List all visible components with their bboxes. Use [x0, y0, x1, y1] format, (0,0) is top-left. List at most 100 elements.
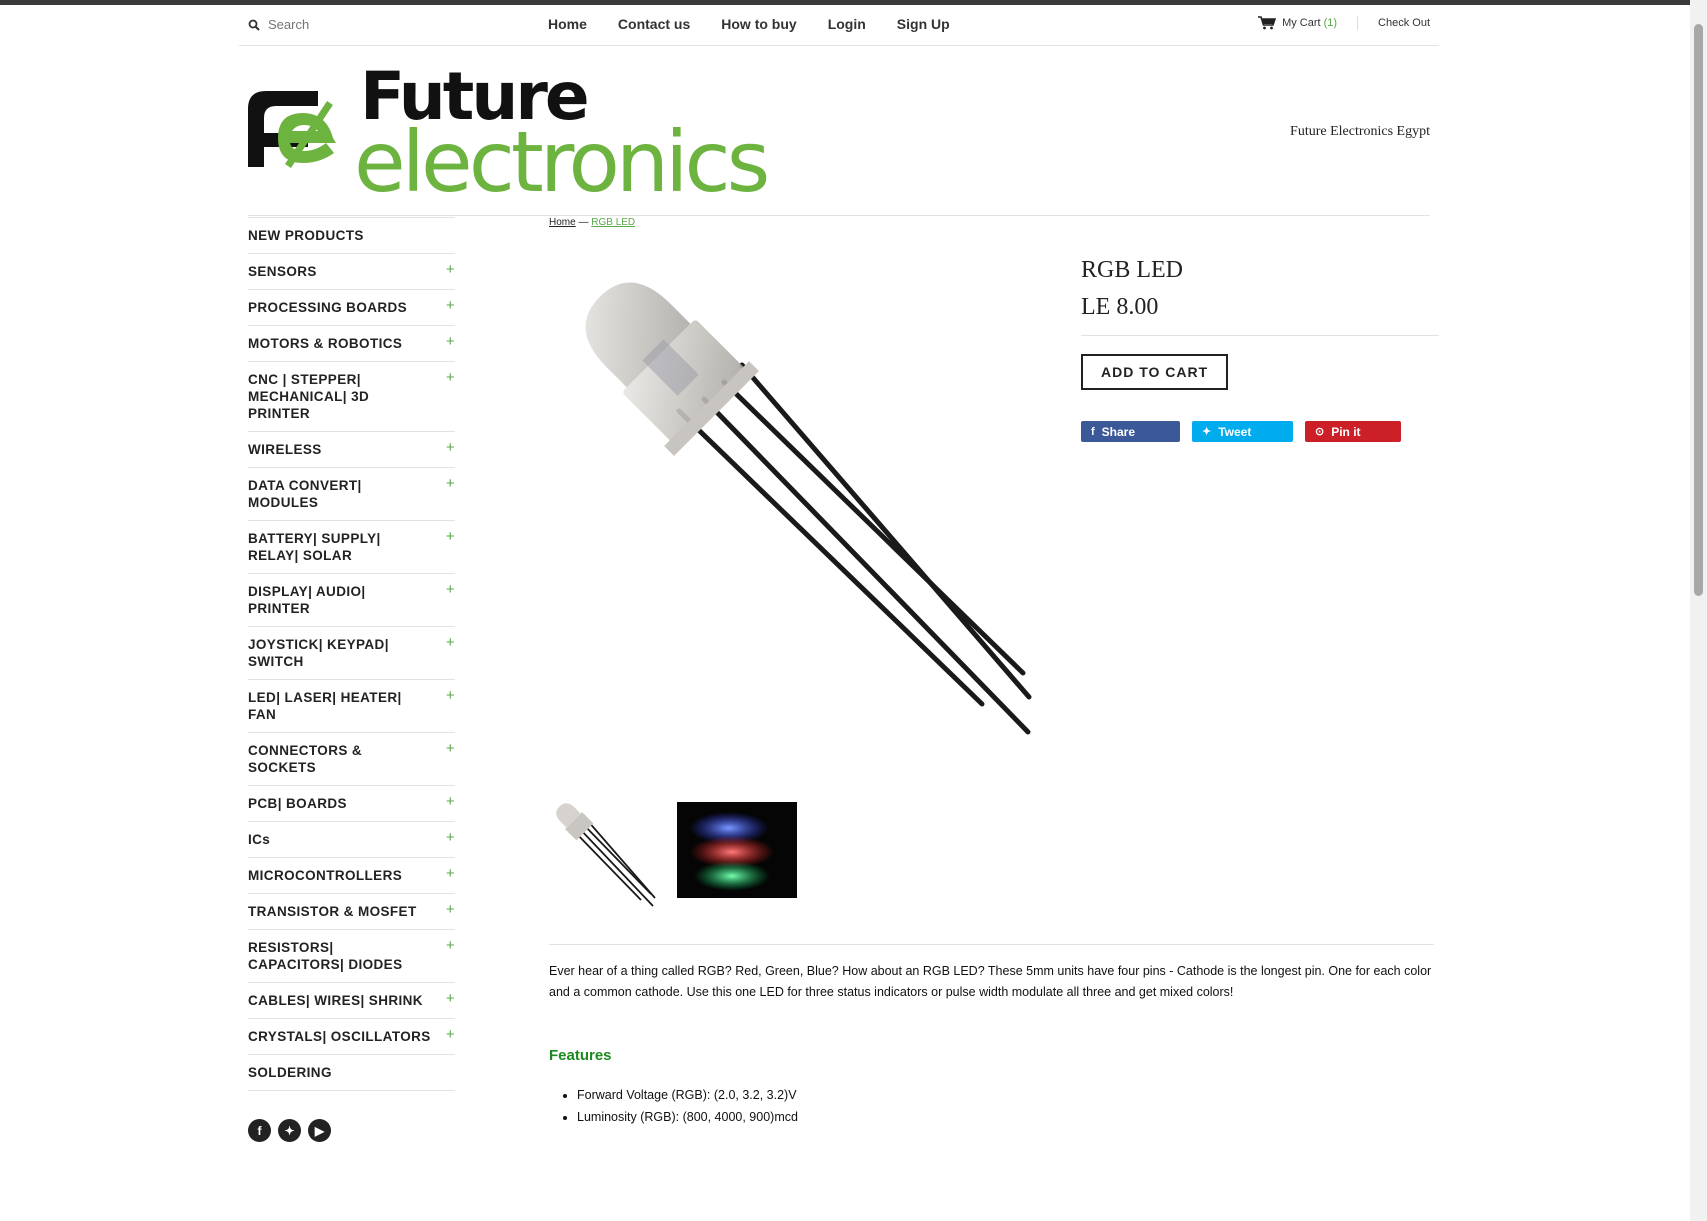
thumbnail-led[interactable]	[553, 800, 658, 908]
expand-plus-icon[interactable]: +	[446, 634, 455, 651]
sidebar-item-new-products[interactable]: NEW PRODUCTS	[248, 217, 455, 254]
nav-contact-us[interactable]: Contact us	[618, 16, 690, 32]
page-container: Home Contact us How to buy Login Sign Up…	[239, 5, 1439, 1142]
expand-plus-icon[interactable]: +	[446, 687, 455, 704]
cart-area: My Cart (1) Check Out	[1258, 16, 1430, 30]
sidebar-item-label: PCB| BOARDS	[248, 796, 347, 811]
expand-plus-icon[interactable]: +	[446, 333, 455, 350]
sidebar-item-label: CABLES| WIRES| SHRINK	[248, 993, 423, 1008]
expand-plus-icon[interactable]: +	[446, 793, 455, 810]
expand-plus-icon[interactable]: +	[446, 581, 455, 598]
social-links: f ✦ ▶	[248, 1119, 455, 1142]
cart-count: (1)	[1323, 17, 1338, 29]
sidebar-item-label: JOYSTICK| KEYPAD| SWITCH	[248, 637, 389, 669]
cart-divider	[1357, 16, 1359, 30]
sidebar-item-label: SENSORS	[248, 264, 317, 279]
expand-plus-icon[interactable]: +	[446, 369, 455, 386]
product-description: Ever hear of a thing called RGB? Red, Gr…	[549, 964, 1432, 999]
cart-icon[interactable]	[1258, 16, 1277, 30]
twitter-tweet-button[interactable]: ✦ Tweet	[1192, 421, 1293, 442]
sidebar-item-cables-wires-shrink[interactable]: CABLES| WIRES| SHRINK +	[248, 983, 455, 1019]
logo-row: Future electronics Future Electronics Eg…	[248, 46, 1430, 216]
sidebar-item-label: DISPLAY| AUDIO| PRINTER	[248, 584, 366, 616]
expand-plus-icon[interactable]: +	[446, 990, 455, 1007]
sidebar-item-label: RESISTORS| CAPACITORS| DIODES	[248, 940, 403, 972]
sidebar-item-label: DATA CONVERT| MODULES	[248, 478, 362, 510]
sidebar-item-processing-boards[interactable]: PROCESSING BOARDS +	[248, 290, 455, 326]
pin-label: Pin it	[1331, 424, 1361, 439]
sidebar-item-ics[interactable]: ICs +	[248, 822, 455, 858]
search-input[interactable]	[268, 17, 428, 32]
future-electronics-logo[interactable]: Future electronics	[248, 63, 808, 195]
checkout-link[interactable]: Check Out	[1378, 17, 1430, 29]
sidebar-item-label: WIRELESS	[248, 442, 322, 457]
facebook-icon: f	[1091, 425, 1095, 438]
my-cart-link[interactable]: My Cart (1)	[1282, 17, 1337, 29]
expand-plus-icon[interactable]: +	[446, 937, 455, 954]
sidebar-item-label: CNC | STEPPER| MECHANICAL| 3D PRINTER	[248, 372, 370, 421]
expand-plus-icon[interactable]: +	[446, 439, 455, 456]
pinterest-pin-button[interactable]: ⊙ Pin it	[1305, 421, 1401, 442]
expand-plus-icon[interactable]: +	[446, 901, 455, 918]
sidebar-item-crystals-oscillators[interactable]: CRYSTALS| OSCILLATORS +	[248, 1019, 455, 1055]
search-box[interactable]	[248, 17, 428, 32]
nav-home[interactable]: Home	[548, 16, 587, 32]
sidebar-item-cnc-stepper-mechanical-3d-printer[interactable]: CNC | STEPPER| MECHANICAL| 3D PRINTER +	[248, 362, 455, 432]
store-tagline: Future Electronics Egypt	[1290, 124, 1430, 139]
logo-electronics-text: electronics	[354, 113, 767, 195]
sidebar-item-label: NEW PRODUCTS	[248, 228, 364, 243]
features-heading: Features	[549, 1047, 612, 1064]
sidebar-item-wireless[interactable]: WIRELESS +	[248, 432, 455, 468]
expand-plus-icon[interactable]: +	[446, 1026, 455, 1043]
sidebar-item-pcb-boards[interactable]: PCB| BOARDS +	[248, 786, 455, 822]
share-buttons: f Share ✦ Tweet ⊙ Pin it	[1081, 421, 1439, 442]
description-divider	[549, 944, 1434, 945]
expand-plus-icon[interactable]: +	[446, 829, 455, 846]
scrollbar-thumb[interactable]	[1694, 24, 1703, 596]
scrollbar[interactable]	[1690, 0, 1707, 1221]
product-main-image[interactable]	[559, 277, 1039, 747]
product-title: RGB LED	[1081, 257, 1183, 283]
product-main: Home — RGB LED RGB LED LE 8.00 ADD TO CA…	[549, 217, 1439, 1124]
category-sidebar: NEW PRODUCTS SENSORS + PROCESSING BOARDS + MO…	[248, 217, 455, 1142]
sidebar-item-soldering[interactable]: SOLDERING	[248, 1055, 455, 1091]
facebook-share-button[interactable]: f Share	[1081, 421, 1180, 442]
nav-sign-up[interactable]: Sign Up	[897, 16, 950, 32]
breadcrumb-current[interactable]: RGB LED	[591, 217, 635, 228]
nav-how-to-buy[interactable]: How to buy	[721, 16, 796, 32]
sidebar-item-label: ICs	[248, 832, 271, 847]
sidebar-item-battery-supply-relay-solar[interactable]: BATTERY| SUPPLY| RELAY| SOLAR +	[248, 521, 455, 574]
sidebar-item-led-laser-heater-fan[interactable]: LED| LASER| HEATER| FAN +	[248, 680, 455, 733]
sidebar-item-motors-robotics[interactable]: MOTORS & ROBOTICS +	[248, 326, 455, 362]
sidebar-item-data-convert-modules[interactable]: DATA CONVERT| MODULES +	[248, 468, 455, 521]
twitter-icon: ✦	[1202, 426, 1212, 438]
add-to-cart-button[interactable]: ADD TO CART	[1081, 354, 1229, 390]
features-list: Forward Voltage (RGB): (2.0, 3.2, 3.2)V …	[563, 1084, 798, 1128]
expand-plus-icon[interactable]: +	[446, 740, 455, 757]
expand-plus-icon[interactable]: +	[446, 297, 455, 314]
expand-plus-icon[interactable]: +	[446, 528, 455, 545]
sidebar-item-transistor-mosfet[interactable]: TRANSISTOR & MOSFET +	[248, 894, 455, 930]
sidebar-item-sensors[interactable]: SENSORS +	[248, 254, 455, 290]
expand-plus-icon[interactable]: +	[446, 865, 455, 882]
product-info: RGB LED LE 8.00 ADD TO CART f Share ✦ Twee…	[1081, 257, 1439, 442]
youtube-icon[interactable]: ▶	[308, 1119, 331, 1142]
sidebar-item-connectors-sockets[interactable]: CONNECTORS & SOCKETS +	[248, 733, 455, 786]
thumbnail-rgb-glow[interactable]	[677, 802, 797, 898]
breadcrumb-separator: —	[575, 217, 592, 228]
breadcrumb-home[interactable]: Home	[549, 217, 576, 228]
expand-plus-icon[interactable]: +	[446, 261, 455, 278]
nav-login[interactable]: Login	[828, 16, 866, 32]
sidebar-item-resistors-capacitors-diodes[interactable]: RESISTORS| CAPACITORS| DIODES +	[248, 930, 455, 983]
tweet-label: Tweet	[1218, 424, 1252, 439]
search-icon	[248, 19, 260, 31]
sidebar-item-joystick-keypad-switch[interactable]: JOYSTICK| KEYPAD| SWITCH +	[248, 627, 455, 680]
expand-plus-icon[interactable]: +	[446, 475, 455, 492]
facebook-icon[interactable]: f	[248, 1119, 271, 1142]
sidebar-item-microcontrollers[interactable]: MICROCONTROLLERS +	[248, 858, 455, 894]
cart-label: My Cart	[1282, 17, 1321, 29]
sidebar-item-label: MICROCONTROLLERS	[248, 868, 403, 883]
feature-item: Luminosity (RGB): (800, 4000, 900)mcd	[577, 1106, 798, 1128]
sidebar-item-display-audio-printer[interactable]: DISPLAY| AUDIO| PRINTER +	[248, 574, 455, 627]
twitter-icon[interactable]: ✦	[278, 1119, 301, 1142]
